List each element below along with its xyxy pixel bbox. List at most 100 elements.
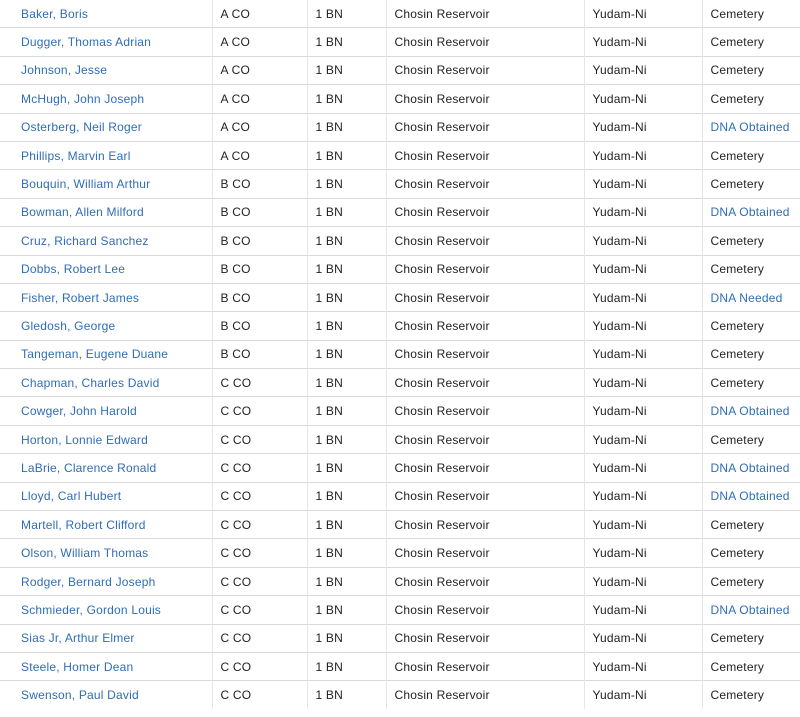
table-row: Steele, Homer Dean C CO 1 BN Chosin Reservo… (0, 651, 800, 681)
status-column-cell: DNA Obtained (701, 396, 800, 426)
status-link[interactable]: DNA Needed (711, 291, 783, 305)
member-name-link[interactable]: Baker, Boris (21, 7, 88, 21)
status-column-cell: Cemetery (701, 651, 800, 681)
status-link[interactable]: DNA Obtained (711, 603, 790, 617)
location-cell: Chosin Reservoir (394, 205, 490, 220)
company-column-cell: A CO (211, 140, 307, 170)
area-cell: Yudam-Ni (592, 574, 647, 589)
member-name-link[interactable]: Phillips, Marvin Earl (21, 149, 131, 163)
company-cell: C CO (220, 489, 252, 504)
member-name-link[interactable]: Steele, Homer Dean (21, 660, 133, 674)
status-column-cell: DNA Obtained (701, 453, 800, 483)
member-name-link[interactable]: Dobbs, Robert Lee (21, 262, 125, 276)
company-cell: C CO (220, 688, 252, 703)
member-name-link[interactable]: Bowman, Allen Milford (21, 205, 144, 219)
company-column-cell: A CO (211, 84, 307, 114)
location-cell: Chosin Reservoir (394, 120, 490, 135)
battalion-column-cell: 1 BN (306, 0, 386, 28)
area-cell: Yudam-Ni (592, 602, 647, 617)
company-cell: A CO (220, 148, 250, 163)
member-name-link[interactable]: McHugh, John Joseph (21, 92, 144, 106)
battalion-cell: 1 BN (315, 688, 343, 703)
company-column-cell: B CO (211, 197, 307, 227)
status-link[interactable]: DNA Obtained (711, 404, 790, 418)
location-column-cell: Chosin Reservoir (385, 0, 584, 28)
member-name-link[interactable]: Dugger, Thomas Adrian (21, 35, 151, 49)
name-column-cell: Osterberg, Neil Roger (0, 112, 212, 142)
member-name-link[interactable]: Gledosh, George (21, 319, 115, 333)
company-column-cell: A CO (211, 27, 307, 57)
status-column-cell: DNA Needed (701, 282, 800, 312)
company-column-cell: C CO (211, 538, 307, 568)
member-name-link[interactable]: Martell, Robert Clifford (21, 518, 146, 532)
company-column-cell: B CO (211, 311, 307, 341)
status-link[interactable]: DNA Obtained (711, 120, 790, 134)
location-cell: Chosin Reservoir (394, 91, 490, 106)
status-link[interactable]: DNA Obtained (711, 205, 790, 219)
area-column-cell: Yudam-Ni (583, 282, 702, 312)
area-cell: Yudam-Ni (592, 233, 647, 248)
area-cell: Yudam-Ni (592, 120, 647, 135)
member-name-link[interactable]: Olson, William Thomas (21, 546, 148, 560)
member-name-link[interactable]: Tangeman, Eugene Duane (21, 347, 168, 361)
status-link[interactable]: DNA Obtained (711, 489, 790, 503)
member-name-link[interactable]: Osterberg, Neil Roger (21, 120, 142, 134)
location-column-cell: Chosin Reservoir (385, 481, 584, 511)
status-column-cell: Cemetery (701, 140, 800, 170)
status-column-cell: Cemetery (701, 226, 800, 256)
area-cell: Yudam-Ni (592, 375, 647, 390)
member-name-link[interactable]: Swenson, Paul David (21, 688, 139, 702)
status-cell: Cemetery (710, 177, 765, 192)
name-column-cell: Bowman, Allen Milford (0, 197, 212, 227)
location-column-cell: Chosin Reservoir (385, 566, 584, 596)
table-row: Johnson, Jesse A CO 1 BN Chosin Reservoir Yu… (0, 55, 800, 85)
name-column-cell: LaBrie, Clarence Ronald (0, 453, 212, 483)
status-column-cell: Cemetery (701, 0, 800, 28)
location-cell: Chosin Reservoir (394, 375, 490, 390)
location-column-cell: Chosin Reservoir (385, 538, 584, 568)
company-column-cell: B CO (211, 226, 307, 256)
location-cell: Chosin Reservoir (394, 602, 490, 617)
status-cell: Cemetery (710, 148, 765, 163)
area-column-cell: Yudam-Ni (583, 140, 702, 170)
area-column-cell: Yudam-Ni (583, 84, 702, 114)
member-name-link[interactable]: Bouquin, William Arthur (21, 177, 150, 191)
member-name-link[interactable]: Johnson, Jesse (21, 63, 107, 77)
status-column-cell: Cemetery (701, 254, 800, 284)
company-cell: B CO (220, 347, 251, 362)
member-name-link[interactable]: Horton, Lonnie Edward (21, 433, 148, 447)
member-name-link[interactable]: Fisher, Robert James (21, 291, 139, 305)
member-name-link[interactable]: Rodger, Bernard Joseph (21, 575, 155, 589)
area-cell: Yudam-Ni (592, 262, 647, 277)
area-column-cell: Yudam-Ni (583, 112, 702, 142)
company-column-cell: B CO (211, 339, 307, 369)
member-name-link[interactable]: Schmieder, Gordon Louis (21, 603, 161, 617)
location-column-cell: Chosin Reservoir (385, 510, 584, 539)
member-name-link[interactable]: Chapman, Charles David (21, 376, 159, 390)
company-column-cell: C CO (211, 510, 307, 539)
battalion-column-cell: 1 BN (306, 595, 386, 625)
company-column-cell: C CO (211, 453, 307, 483)
area-cell: Yudam-Ni (592, 432, 647, 447)
name-column-cell: Lloyd, Carl Hubert (0, 481, 212, 511)
table-row: Baker, Boris A CO 1 BN Chosin Reservoir Yuda… (0, 0, 800, 28)
member-name-link[interactable]: LaBrie, Clarence Ronald (21, 461, 156, 475)
company-column-cell: C CO (211, 481, 307, 511)
battalion-column-cell: 1 BN (306, 510, 386, 539)
member-name-link[interactable]: Cowger, John Harold (21, 404, 137, 418)
area-cell: Yudam-Ni (592, 659, 647, 674)
battalion-cell: 1 BN (315, 602, 343, 617)
member-name-link[interactable]: Lloyd, Carl Hubert (21, 489, 121, 503)
battalion-cell: 1 BN (315, 460, 343, 475)
location-column-cell: Chosin Reservoir (385, 112, 584, 142)
status-link[interactable]: DNA Obtained (711, 461, 790, 475)
name-column-cell: Sias Jr, Arthur Elmer (0, 623, 212, 653)
member-name-link[interactable]: Cruz, Richard Sanchez (21, 234, 149, 248)
area-cell: Yudam-Ni (592, 177, 647, 192)
member-name-link[interactable]: Sias Jr, Arthur Elmer (21, 631, 135, 645)
name-column-cell: Cowger, John Harold (0, 396, 212, 426)
name-column-cell: Cruz, Richard Sanchez (0, 226, 212, 256)
location-column-cell: Chosin Reservoir (385, 424, 584, 454)
battalion-column-cell: 1 BN (306, 453, 386, 483)
status-column-cell: DNA Obtained (701, 595, 800, 625)
